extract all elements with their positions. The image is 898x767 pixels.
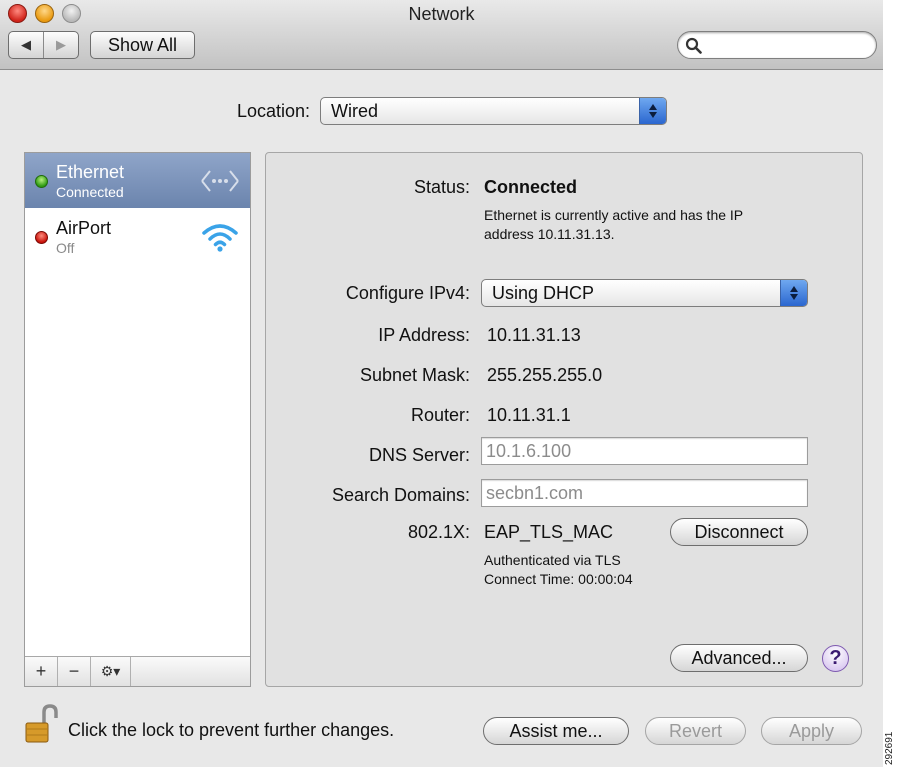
- gear-menu-button[interactable]: ⚙▾: [91, 657, 131, 686]
- service-name: Ethernet: [56, 162, 125, 182]
- location-popup[interactable]: Wired: [320, 97, 667, 125]
- auth-info-line1: Authenticated via TLS: [484, 552, 621, 568]
- ip-address-value: 10.11.31.13: [487, 325, 581, 345]
- remove-service-button[interactable]: −: [58, 657, 91, 686]
- figure-id: 292691: [884, 731, 895, 765]
- status-description-line2: address 10.11.31.13.: [484, 226, 615, 242]
- wifi-icon: [202, 224, 238, 252]
- back-button[interactable]: ◀: [9, 32, 43, 58]
- router-label: Router:: [410, 405, 470, 425]
- dot1x-label: 802.1X:: [407, 522, 470, 542]
- network-preferences-window: Network ◀ ▶ Show All Location: Wired Eth…: [0, 0, 883, 767]
- dns-server-value: 10.1.6.100: [486, 440, 572, 461]
- configure-ipv4-popup[interactable]: Using DHCP: [481, 279, 808, 307]
- lock-icon[interactable]: [24, 704, 58, 744]
- search-domains-value: secbn1.com: [486, 482, 584, 503]
- service-list: Ethernet Connected AirPort Off + − ⚙▾: [24, 152, 251, 687]
- auth-info-line2: Connect Time: 00:00:04: [484, 571, 633, 587]
- service-item-airport[interactable]: AirPort Off: [25, 209, 250, 264]
- revert-button[interactable]: Revert: [645, 717, 746, 745]
- ip-address-label: IP Address:: [378, 325, 470, 345]
- subnet-mask-value: 255.255.255.0: [487, 365, 603, 385]
- status-description-line1: Ethernet is currently active and has the…: [484, 207, 744, 223]
- service-status: Connected: [56, 184, 124, 200]
- show-all-button[interactable]: Show All: [90, 31, 195, 59]
- search-domains-field[interactable]: secbn1.com: [481, 479, 808, 507]
- subnet-mask-label: Subnet Mask:: [359, 365, 470, 385]
- apply-button[interactable]: Apply: [761, 717, 862, 745]
- add-service-button[interactable]: +: [25, 657, 58, 686]
- disconnect-button[interactable]: Disconnect: [670, 518, 808, 546]
- back-forward-control: ◀ ▶: [8, 31, 79, 59]
- status-indicator-green: [35, 175, 48, 188]
- ethernet-icon: [201, 170, 239, 192]
- popup-arrows-icon: [780, 280, 807, 306]
- status-label: Status:: [413, 177, 470, 197]
- status-value: Connected: [484, 177, 578, 197]
- service-name: AirPort: [56, 218, 112, 238]
- search-domains-label: Search Domains:: [331, 485, 470, 505]
- service-list-actions: + − ⚙▾: [25, 656, 250, 686]
- router-value: 10.11.31.1: [487, 405, 571, 425]
- assist-me-button[interactable]: Assist me...: [483, 717, 629, 745]
- search-field[interactable]: [677, 31, 877, 59]
- window-title: Network: [408, 4, 475, 24]
- configure-ipv4-label: Configure IPv4:: [345, 283, 470, 303]
- dns-server-label: DNS Server:: [368, 445, 470, 465]
- dns-server-field[interactable]: 10.1.6.100: [481, 437, 808, 465]
- location-label: Location:: [236, 101, 310, 121]
- advanced-button[interactable]: Advanced...: [670, 644, 808, 672]
- service-item-ethernet[interactable]: Ethernet Connected: [25, 153, 250, 208]
- service-status: Off: [56, 240, 75, 256]
- location-value: Wired: [331, 100, 379, 121]
- dot1x-value: EAP_TLS_MAC: [484, 522, 614, 542]
- title-bar: Network ◀ ▶ Show All: [0, 0, 883, 70]
- lock-message: Click the lock to prevent further change…: [68, 720, 395, 740]
- forward-button[interactable]: ▶: [43, 32, 78, 58]
- configure-ipv4-value: Using DHCP: [492, 282, 595, 303]
- search-icon: [685, 37, 702, 54]
- status-indicator-red: [35, 231, 48, 244]
- help-button[interactable]: ?: [822, 645, 849, 672]
- popup-arrows-icon: [639, 98, 666, 124]
